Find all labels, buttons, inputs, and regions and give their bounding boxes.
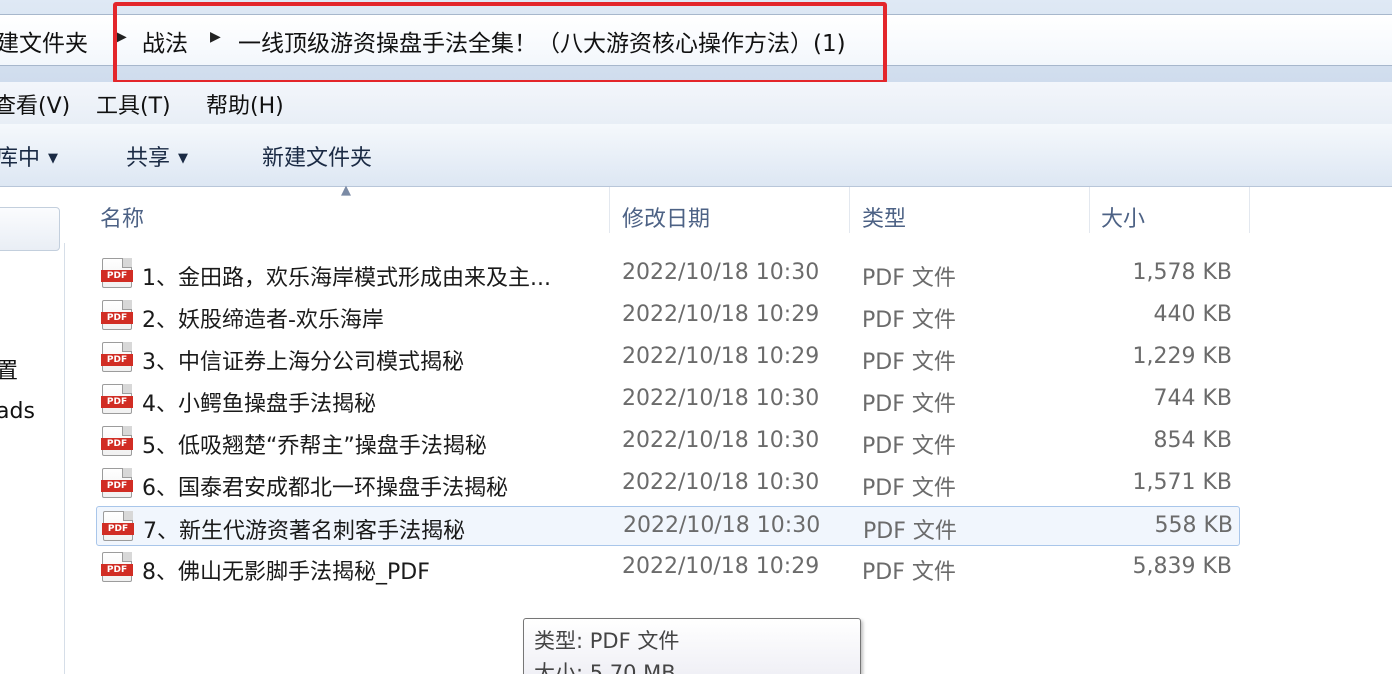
column-headers: ▲ 名称 修改日期 类型 大小 — [64, 183, 1392, 243]
file-type: PDF 文件 — [862, 560, 956, 585]
file-tooltip: 类型: PDF 文件 大小: 5.70 MB — [523, 618, 861, 674]
file-size: 1,571 KB — [1132, 470, 1233, 495]
pdf-file-icon: PDF — [101, 468, 133, 498]
file-row[interactable]: PDF 6、国泰君安成都北一环操盘手法揭秘 2022/10/18 10:30 PDF … — [96, 464, 1240, 504]
file-name: 7、新生代游资著名刺客手法揭秘 — [143, 519, 465, 544]
file-type: PDF 文件 — [863, 519, 957, 544]
pdf-badge: PDF — [101, 312, 133, 324]
column-header-name[interactable]: 名称 — [100, 201, 144, 233]
column-header-modified[interactable]: 修改日期 — [622, 201, 710, 233]
file-modified-date: 2022/10/18 10:29 — [622, 554, 820, 579]
file-name: 8、佛山无影脚手法揭秘_PDF — [142, 560, 430, 585]
file-modified-date: 2022/10/18 10:30 — [623, 513, 821, 538]
file-row[interactable]: PDF 7、新生代游资著名刺客手法揭秘 2022/10/18 10:30 PDF 文件… — [96, 506, 1240, 546]
pdf-file-icon: PDF — [101, 342, 133, 372]
include-in-library-label: 库中 — [0, 146, 41, 171]
file-type: PDF 文件 — [862, 392, 956, 417]
pdf-badge: PDF — [101, 480, 133, 492]
file-name: 6、国泰君安成都北一环操盘手法揭秘 — [142, 476, 508, 501]
pdf-badge: PDF — [101, 270, 133, 282]
nav-button[interactable] — [0, 207, 60, 251]
breadcrumb-item-new-folder[interactable]: 建文件夹 — [0, 24, 88, 58]
red-highlight-annotation — [113, 2, 887, 84]
file-type: PDF 文件 — [862, 350, 956, 375]
navigation-pane: 置 ads — [0, 187, 65, 674]
page-fold — [122, 258, 132, 268]
pdf-badge: PDF — [101, 564, 133, 576]
file-modified-date: 2022/10/18 10:29 — [622, 344, 820, 369]
file-row[interactable]: PDF 8、佛山无影脚手法揭秘_PDF 2022/10/18 10:29 PDF 文件… — [96, 548, 1240, 588]
file-size: 1,229 KB — [1132, 344, 1233, 369]
column-divider[interactable] — [609, 187, 610, 233]
column-divider[interactable] — [1249, 187, 1250, 233]
page-fold — [122, 426, 132, 436]
page-fold — [122, 342, 132, 352]
menu-help[interactable]: 帮助(H) — [206, 88, 284, 120]
file-row[interactable]: PDF 1、金田路，欢乐海岸模式形成由来及主... 2022/10/18 10:30… — [96, 254, 1240, 294]
file-name: 1、金田路，欢乐海岸模式形成由来及主... — [142, 266, 551, 291]
file-size: 5,839 KB — [1132, 554, 1233, 579]
page-fold — [122, 468, 132, 478]
column-header-type[interactable]: 类型 — [862, 201, 906, 233]
nav-item-downloads[interactable]: ads — [0, 399, 35, 424]
page-fold — [122, 552, 132, 562]
file-type: PDF 文件 — [862, 476, 956, 501]
menu-tools[interactable]: 工具(T) — [96, 88, 171, 120]
file-row[interactable]: PDF 5、低吸翘楚“乔帮主”操盘手法揭秘 2022/10/18 10:30 PDF … — [96, 422, 1240, 462]
address-bar: 建文件夹 ▶ 战法 ▶ 一线顶级游资操盘手法全集！（八大游资核心操作方法）(1) — [0, 0, 1392, 84]
pdf-badge: PDF — [101, 396, 133, 408]
explorer-window: 建文件夹 ▶ 战法 ▶ 一线顶级游资操盘手法全集！（八大游资核心操作方法）(1)… — [0, 0, 1392, 674]
pdf-badge: PDF — [102, 523, 134, 535]
share-label: 共享 — [126, 146, 171, 171]
new-folder-button[interactable]: 新建文件夹 — [262, 140, 372, 172]
file-modified-date: 2022/10/18 10:30 — [622, 428, 820, 453]
column-divider[interactable] — [849, 187, 850, 233]
page-fold — [123, 511, 133, 521]
file-modified-date: 2022/10/18 10:29 — [622, 302, 820, 327]
file-type: PDF 文件 — [862, 266, 956, 291]
file-name: 5、低吸翘楚“乔帮主”操盘手法揭秘 — [142, 434, 487, 459]
file-name: 4、小鳄鱼操盘手法揭秘 — [142, 392, 376, 417]
caret-down-icon: ▼ — [48, 151, 59, 166]
file-modified-date: 2022/10/18 10:30 — [622, 386, 820, 411]
file-name: 3、中信证券上海分公司模式揭秘 — [142, 350, 464, 375]
file-row[interactable]: PDF 2、妖股缔造者-欢乐海岸 2022/10/18 10:29 PDF 文件 440… — [96, 296, 1240, 336]
file-size: 744 KB — [1153, 386, 1232, 411]
pdf-file-icon: PDF — [101, 300, 133, 330]
file-size: 440 KB — [1153, 302, 1232, 327]
page-fold — [122, 300, 132, 310]
page-fold — [122, 384, 132, 394]
pdf-file-icon: PDF — [101, 552, 133, 582]
pdf-badge: PDF — [101, 354, 133, 366]
include-in-library-button[interactable]: 库中 ▼ — [0, 140, 58, 172]
tooltip-type: 类型: PDF 文件 — [534, 629, 680, 653]
pdf-file-icon: PDF — [101, 426, 133, 456]
menu-bar: 查看(V) 工具(T) 帮助(H) — [0, 82, 1392, 125]
column-divider[interactable] — [1089, 187, 1090, 233]
pdf-file-icon: PDF — [101, 384, 133, 414]
file-modified-date: 2022/10/18 10:30 — [622, 260, 820, 285]
file-type: PDF 文件 — [862, 434, 956, 459]
file-name: 2、妖股缔造者-欢乐海岸 — [142, 308, 384, 333]
caret-down-icon: ▼ — [178, 151, 189, 166]
file-size: 854 KB — [1153, 428, 1232, 453]
command-toolbar: 库中 ▼ 共享 ▼ 新建文件夹 — [0, 124, 1392, 187]
file-modified-date: 2022/10/18 10:30 — [622, 470, 820, 495]
pdf-file-icon: PDF — [102, 511, 134, 541]
file-type: PDF 文件 — [862, 308, 956, 333]
tooltip-size: 大小: 5.70 MB — [534, 661, 676, 674]
nav-item-settings[interactable]: 置 — [0, 353, 18, 385]
column-header-size[interactable]: 大小 — [1101, 201, 1145, 233]
pdf-file-icon: PDF — [101, 258, 133, 288]
pdf-badge: PDF — [101, 438, 133, 450]
sort-ascending-icon: ▲ — [341, 183, 351, 198]
file-size: 1,578 KB — [1132, 260, 1233, 285]
file-row[interactable]: PDF 3、中信证券上海分公司模式揭秘 2022/10/18 10:29 PDF 文件… — [96, 338, 1240, 378]
file-size: 558 KB — [1154, 513, 1233, 538]
share-button[interactable]: 共享 ▼ — [126, 140, 188, 172]
menu-view[interactable]: 查看(V) — [0, 88, 70, 120]
file-row[interactable]: PDF 4、小鳄鱼操盘手法揭秘 2022/10/18 10:30 PDF 文件 744 … — [96, 380, 1240, 420]
